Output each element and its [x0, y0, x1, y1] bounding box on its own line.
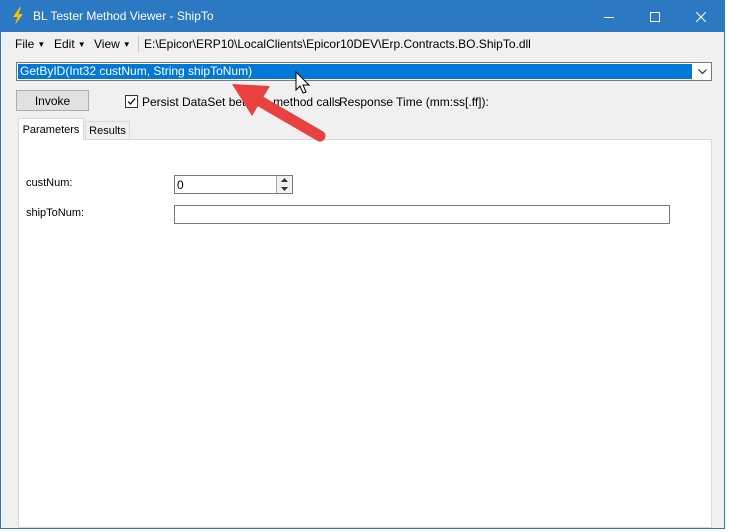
invoke-button[interactable]: Invoke — [16, 90, 89, 111]
caret-down-icon: ▼ — [122, 40, 131, 49]
minimize-button[interactable] — [586, 1, 632, 32]
spin-down-button[interactable] — [277, 185, 292, 193]
persist-dataset-suffix: method calls — [273, 95, 341, 109]
custnum-value: 0 — [177, 178, 184, 192]
maximize-icon — [650, 11, 660, 22]
custnum-spin — [276, 176, 292, 193]
method-select[interactable]: GetByID(Int32 custNum, String shipToNum) — [16, 62, 712, 81]
app-window: BL Tester Method Viewer - ShipTo File ▼ E… — [0, 0, 725, 529]
spin-up-icon — [281, 178, 288, 182]
title-bar[interactable]: BL Tester Method Viewer - ShipTo — [1, 1, 724, 32]
param-label-shiptonum: shipToNum: — [26, 207, 85, 219]
tab-results[interactable]: Results — [85, 121, 130, 139]
menu-separator — [138, 36, 139, 52]
shiptonum-input[interactable] — [174, 205, 670, 224]
caret-down-icon: ▼ — [37, 40, 46, 49]
spin-down-icon — [281, 187, 288, 191]
custnum-stepper[interactable]: 0 — [174, 175, 293, 194]
persist-dataset-text: Persist DataSet betw — [142, 95, 255, 109]
param-label-custnum: custNum: — [26, 177, 73, 189]
persist-dataset-label: Persist DataSet betw method calls — [142, 95, 340, 109]
close-button[interactable] — [678, 1, 724, 32]
window-title: BL Tester Method Viewer - ShipTo — [33, 9, 214, 23]
chevron-down-icon — [697, 68, 707, 74]
maximize-button[interactable] — [632, 1, 678, 32]
parameters-panel — [18, 139, 712, 528]
menu-file[interactable]: File ▼ — [15, 37, 45, 51]
menu-view[interactable]: View ▼ — [94, 37, 131, 51]
caret-down-icon: ▼ — [77, 40, 86, 49]
close-icon — [696, 11, 706, 22]
lightning-icon — [11, 7, 25, 25]
menu-file-label: File — [15, 37, 35, 51]
spin-up-button[interactable] — [277, 176, 292, 184]
checkmark-icon — [127, 98, 136, 106]
response-time-label: Response Time (mm:ss[.ff]): — [339, 95, 489, 109]
tab-parameters[interactable]: Parameters — [18, 118, 84, 140]
menu-view-label: View — [94, 37, 120, 51]
minimize-icon — [604, 16, 614, 18]
menu-edit-label: Edit — [54, 37, 75, 51]
menu-edit[interactable]: Edit ▼ — [54, 37, 86, 51]
method-dropdown-button[interactable] — [693, 63, 711, 80]
dll-path: E:\Epicor\ERP10\LocalClients\Epicor10DEV… — [144, 37, 531, 51]
method-selected-value: GetByID(Int32 custNum, String shipToNum) — [18, 64, 692, 79]
persist-dataset-checkbox[interactable] — [125, 95, 138, 108]
